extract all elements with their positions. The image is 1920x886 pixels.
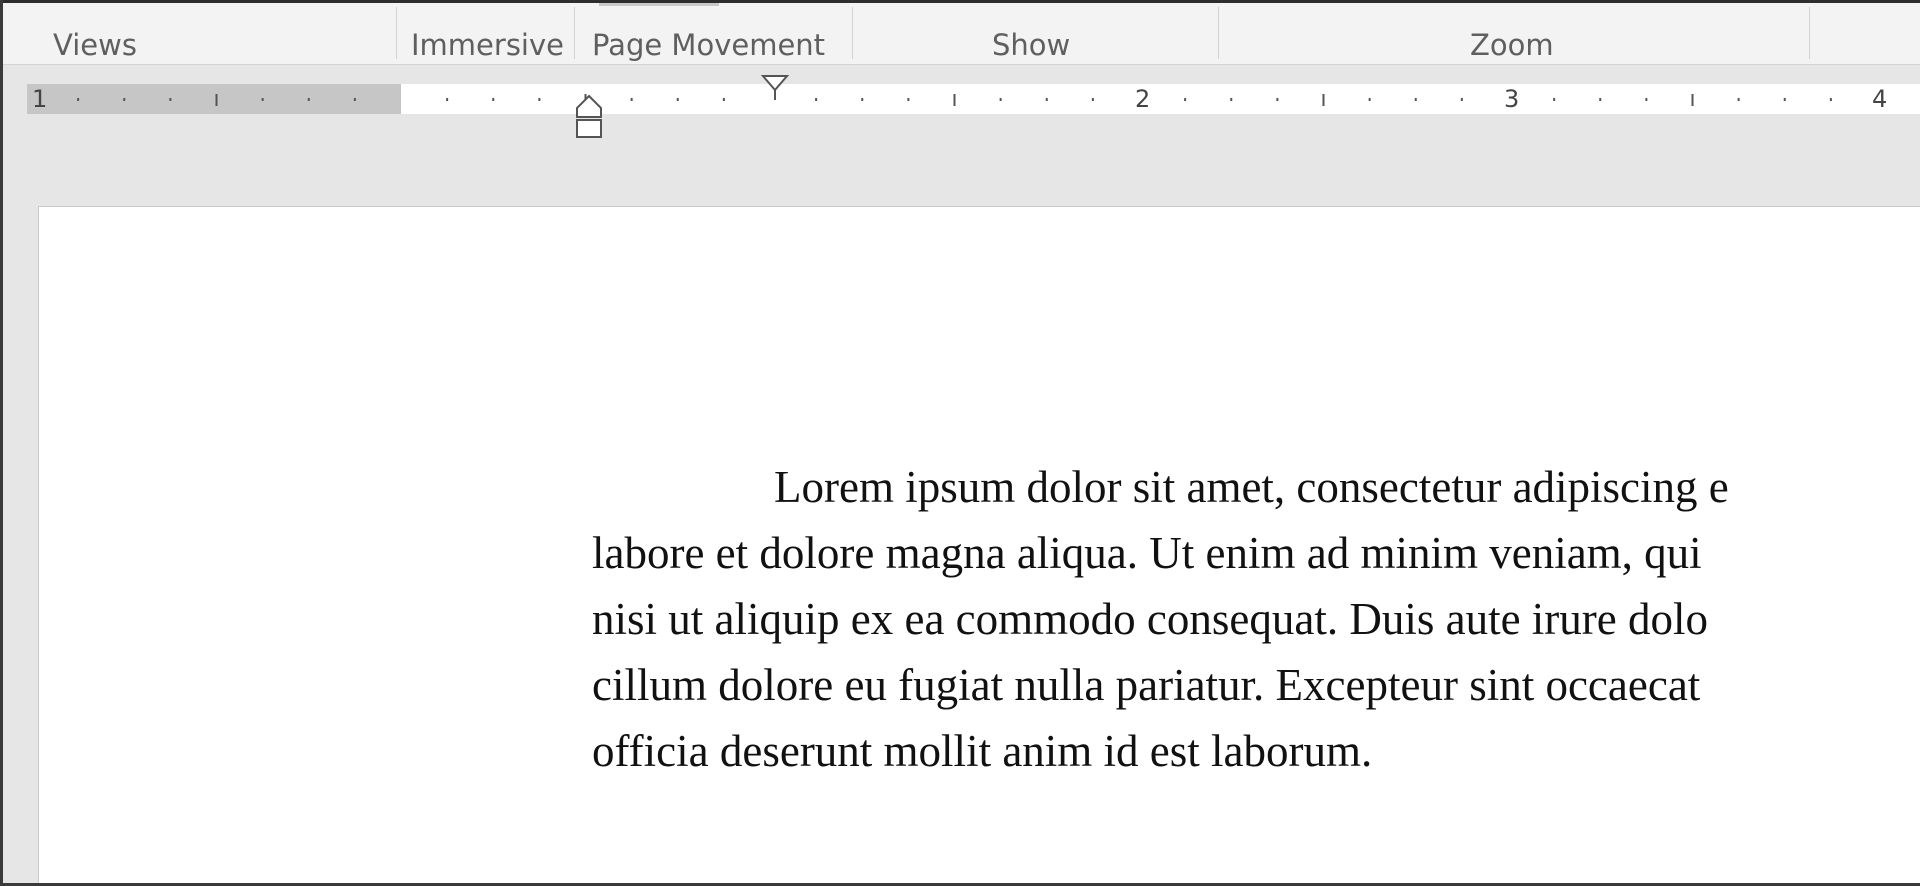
ruler-tick-dot (907, 98, 910, 101)
group-separator (396, 7, 397, 59)
document-page[interactable]: Lorem ipsum dolor sit amet, consectetur … (38, 206, 1920, 884)
ruler-tick-dot (169, 98, 172, 101)
document-line: Lorem ipsum dolor sit amet, consectetur … (774, 462, 1729, 512)
ruler-tick-dot (722, 98, 725, 101)
ruler-tick-dot (492, 98, 495, 101)
ruler-tick-dot (1184, 98, 1187, 101)
ruler-tick-dot (1230, 98, 1233, 101)
ruler-tick-dot (1645, 98, 1648, 101)
document-line: cillum dolore eu fugiat nulla pariatur. … (592, 660, 1701, 710)
group-separator (1809, 7, 1810, 59)
ribbon-group-labels: Views Immersive Page Movement Show Zoom (3, 3, 1920, 65)
ruler-tick-dot (1460, 98, 1463, 101)
ruler-tick-dot (307, 98, 310, 101)
ruler-tick-dot (861, 98, 864, 101)
group-label-immersive: Immersive (411, 28, 564, 62)
ruler-tick-dot (538, 98, 541, 101)
group-separator (1218, 7, 1219, 59)
ruler-tick-dot (1414, 98, 1417, 101)
ruler-tick-dot (1091, 98, 1094, 101)
ruler-ticks (77, 94, 1832, 106)
ruler-tick-dot (1829, 98, 1832, 101)
ruler-area: 1 2 3 4 (3, 65, 1920, 205)
ruler-tick-dot (1276, 98, 1279, 101)
ruler-tick-dot (1553, 98, 1556, 101)
document-line: nisi ut aliquip ex ea commodo consequat.… (592, 594, 1708, 644)
ruler-tick-dot (77, 98, 80, 101)
ruler-tick-dot (1045, 98, 1048, 101)
document-line: officia deserunt mollit anim id est labo… (592, 726, 1373, 776)
ruler-number: 1 (32, 85, 48, 113)
ribbon-tab-stub (599, 3, 719, 6)
ruler-tick-dot (1783, 98, 1786, 101)
horizontal-ruler[interactable]: 1 2 3 4 (27, 84, 1920, 114)
first-line-indent-icon[interactable] (761, 74, 789, 102)
ruler-tick-dot (676, 98, 679, 101)
group-separator (852, 7, 853, 59)
ruler-tick-dot (353, 98, 356, 101)
hanging-indent-icon[interactable] (574, 94, 604, 140)
ruler-tick-dot (1368, 98, 1371, 101)
ruler-tick-dot (630, 98, 633, 101)
ruler-tick-dot (446, 98, 449, 101)
document-body[interactable]: Lorem ipsum dolor sit amet, consectetur … (592, 454, 1920, 784)
group-label-page-movement: Page Movement (592, 28, 826, 62)
group-label-views: Views (53, 28, 137, 62)
ruler-tick-dot (999, 98, 1002, 101)
ruler-tick-dot (1599, 98, 1602, 101)
ruler-number: 2 (1135, 85, 1151, 113)
ruler-tick-dot (123, 98, 126, 101)
group-label-zoom: Zoom (1470, 28, 1554, 62)
group-separator (574, 7, 575, 59)
document-line: labore et dolore magna aliqua. Ut enim a… (592, 528, 1702, 578)
ruler-number: 3 (1504, 85, 1520, 113)
ruler-tick-dot (815, 98, 818, 101)
ruler-tick-dot (261, 98, 264, 101)
ruler-number: 4 (1872, 85, 1888, 113)
group-label-show: Show (992, 28, 1071, 62)
ruler-tick-dot (1737, 98, 1740, 101)
